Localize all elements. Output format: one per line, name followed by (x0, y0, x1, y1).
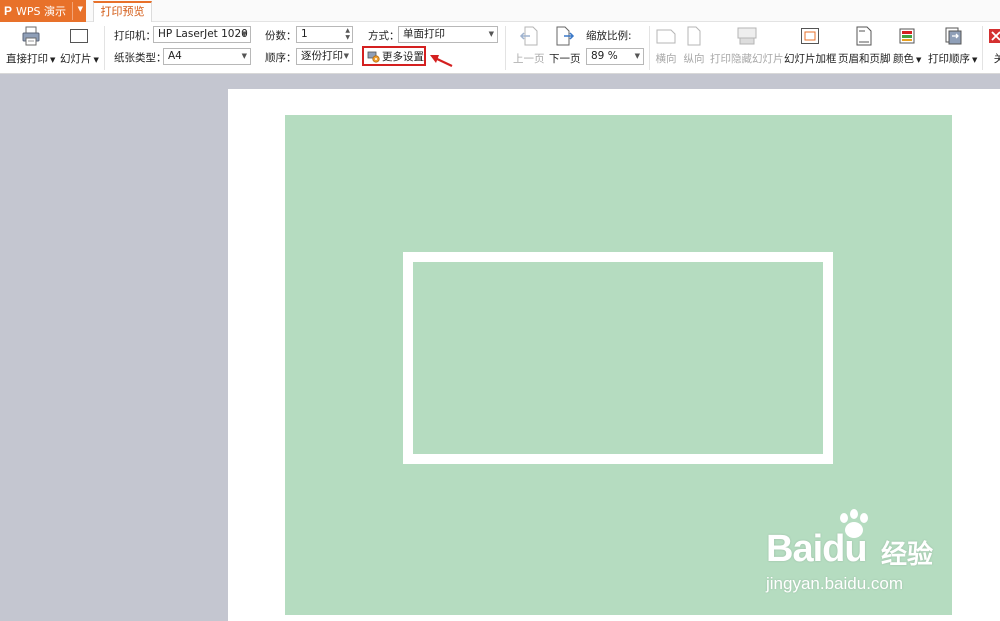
printer-value: HP LaserJet 1020 (158, 28, 248, 40)
copies-label: 份数： (265, 30, 297, 42)
ribbon-toolbar: 直接打印 ▼ 幻灯片 ▼ 打印机： HP LaserJet 1020 ▼ 纸张类型：… (0, 22, 1000, 74)
slide-frame-icon (799, 25, 821, 47)
paper-type-label: 纸张类型： (114, 52, 167, 64)
prev-page-button[interactable]: 上一页 (513, 25, 545, 71)
divider (505, 26, 506, 70)
chevron-down-icon: ▼ (634, 52, 640, 60)
print-hidden-slides-label: 打印隐藏幻灯片 (710, 53, 784, 65)
chevron-down-icon: ▼ (93, 56, 99, 64)
watermark-brand: Baidu (766, 528, 868, 570)
color-button[interactable]: 颜色 ▼ (893, 25, 921, 71)
prev-page-label: 上一页 (513, 53, 545, 65)
copies-value: 1 (301, 28, 308, 40)
close-icon (988, 25, 1000, 47)
hidden-slide-icon (736, 25, 758, 47)
zoom-label: 缩放比例: (586, 30, 632, 42)
baidu-watermark: Baidu 经验 jingyan.baidu.com (766, 508, 966, 608)
chevron-down-icon: ▼ (343, 52, 349, 60)
order-label: 顺序： (265, 52, 297, 64)
zoom-select[interactable]: 89 % ▼ (586, 48, 644, 65)
settings-gear-icon (367, 50, 380, 63)
close-preview-button[interactable]: 关 (988, 25, 1000, 71)
slide-frame-button[interactable]: 幻灯片加框 (784, 25, 837, 71)
print-mode-select[interactable]: 单面打印 ▼ (398, 26, 498, 43)
chevron-down-icon: ▼ (241, 30, 247, 38)
copies-stepper[interactable]: 1 ▲ ▼ (296, 26, 353, 43)
prev-page-icon (518, 25, 540, 47)
divider (649, 26, 650, 70)
landscape-label: 横向 (655, 53, 677, 65)
portrait-button[interactable]: 纵向 (683, 25, 705, 71)
divider (982, 26, 983, 70)
watermark-brand-cn: 经验 (881, 540, 934, 570)
color-palette-icon (896, 25, 918, 47)
chevron-down-icon: ▼ (77, 5, 83, 13)
title-bar: P WPS 演示 ▼ 打印预览 (0, 0, 1000, 23)
portrait-label: 纵向 (683, 53, 705, 65)
order-value: 逐份打印 (301, 50, 343, 62)
next-page-icon (554, 25, 576, 47)
order-select[interactable]: 逐份打印 ▼ (296, 48, 353, 65)
header-footer-label: 页眉和页脚 (838, 53, 891, 65)
next-page-button[interactable]: 下一页 (549, 25, 581, 71)
color-label: 颜色 (893, 53, 914, 65)
spin-up-icon[interactable]: ▲ (345, 27, 350, 34)
slide-icon (68, 25, 90, 47)
landscape-button[interactable]: 横向 (655, 25, 677, 71)
chevron-down-icon: ▼ (488, 30, 494, 38)
divider (72, 2, 73, 20)
annotation-arrow-icon (430, 55, 453, 67)
slides-button[interactable]: 幻灯片 ▼ (60, 25, 99, 71)
print-mode-value: 单面打印 (403, 28, 445, 40)
more-settings-label: 更多设置 (382, 50, 424, 63)
more-settings-button[interactable]: 更多设置 (362, 46, 426, 66)
slide-frame-label: 幻灯片加框 (784, 53, 837, 65)
divider (104, 26, 105, 70)
direct-print-button[interactable]: 直接打印 ▼ (6, 25, 55, 71)
tab-print-preview[interactable]: 打印预览 (93, 1, 152, 23)
header-footer-icon (853, 25, 875, 47)
watermark-url: jingyan.baidu.com (766, 574, 904, 593)
close-preview-label: 关 (993, 53, 1000, 65)
app-menu-button[interactable]: P WPS 演示 ▼ (0, 0, 86, 22)
landscape-icon (655, 25, 677, 47)
paper-type-value: A4 (168, 50, 182, 62)
mode-label: 方式： (368, 30, 400, 42)
direct-print-label: 直接打印 (6, 53, 48, 65)
paper-type-select[interactable]: A4 ▼ (163, 48, 251, 65)
header-footer-button[interactable]: 页眉和页脚 (838, 25, 891, 71)
chevron-down-icon: ▼ (972, 56, 978, 64)
print-hidden-slides-button[interactable]: 打印隐藏幻灯片 (710, 25, 784, 71)
slide-frame-rectangle (403, 252, 833, 464)
chevron-down-icon: ▼ (916, 56, 922, 64)
print-order-label: 打印顺序 (928, 53, 970, 65)
wps-logo: P (4, 4, 13, 18)
app-name: WPS 演示 (16, 5, 67, 18)
next-page-label: 下一页 (549, 53, 581, 65)
printer-select[interactable]: HP LaserJet 1020 ▼ (153, 26, 251, 43)
print-order-button[interactable]: 打印顺序 ▼ (928, 25, 977, 71)
chevron-down-icon: ▼ (241, 52, 247, 60)
printer-label: 打印机： (114, 30, 156, 42)
print-order-icon (942, 25, 964, 47)
chevron-down-icon: ▼ (50, 56, 56, 64)
zoom-value: 89 % (591, 50, 618, 62)
slides-label: 幻灯片 (60, 53, 92, 65)
printer-icon (20, 25, 42, 47)
portrait-icon (683, 25, 705, 47)
spin-down-icon[interactable]: ▼ (345, 34, 350, 41)
